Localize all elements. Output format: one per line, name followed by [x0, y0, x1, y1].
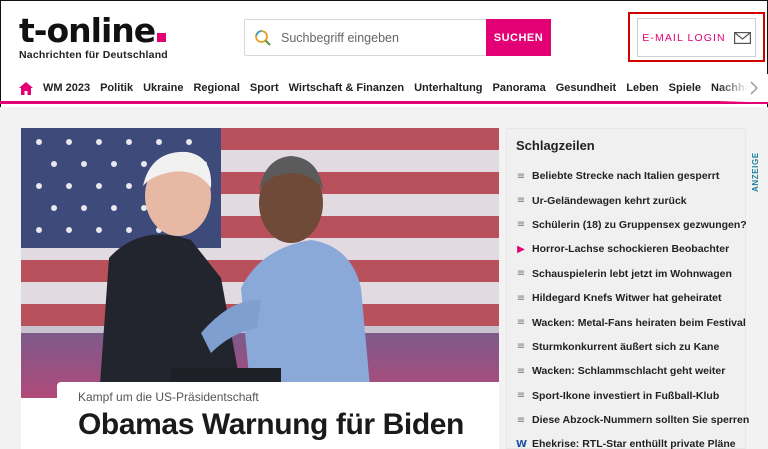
nav-item[interactable]: Ukraine [143, 74, 183, 102]
logo-dot [157, 33, 167, 42]
headline-text: Schülerin (18) zu Gruppensex gezwungen? [532, 218, 747, 231]
site-logo[interactable]: t-online Nachrichten für Deutschland [19, 11, 168, 62]
nav-item[interactable]: Politik [100, 74, 133, 102]
article-icon: ≡ [516, 341, 526, 353]
headline-item[interactable]: ≡ Wacken: Schlammschlacht geht weiter [516, 359, 749, 383]
article-icon: ≡ [516, 317, 526, 329]
search-bar: SUCHEN [244, 19, 551, 56]
headlines-list: ≡ Beliebte Strecke nach Italien gesperrt ≡… [516, 164, 749, 449]
nav-item[interactable]: Sport [250, 74, 279, 102]
headline-text: Hildegard Knefs Witwer hat geheiratet [532, 292, 722, 305]
headline-item[interactable]: ▶ Horror-Lachse schockieren Beobachter [516, 237, 749, 261]
search-button[interactable]: SUCHEN [486, 19, 551, 56]
headline-text: Wacken: Schlammschlacht geht weiter [532, 365, 726, 378]
email-login-button[interactable]: E-MAIL LOGIN [637, 18, 756, 57]
nav-items: WM 2023 Politik Ukraine Regional Sport Wirtsc… [43, 74, 768, 102]
headline-item[interactable]: ≡ Beliebte Strecke nach Italien gesperrt [516, 164, 749, 188]
nav-item[interactable]: Leben [626, 74, 658, 102]
email-login-label: E-MAIL LOGIN [642, 31, 726, 44]
article-icon: ≡ [516, 414, 526, 426]
headline-item[interactable]: ≡ Sport-Ikone investiert in Fußball-Klub [516, 384, 749, 408]
headline-text: Ehekrise: RTL-Star enthüllt private Plän… [532, 438, 736, 449]
headline-item[interactable]: ≡ Diese Abzock-Nummern sollten Sie sperre… [516, 408, 749, 432]
headline-text: Sturmkonkurrent äußert sich zu Kane [532, 340, 720, 353]
headline-item[interactable]: ≡ Schauspielerin lebt jetzt im Wohnwagen [516, 262, 749, 286]
nav-item[interactable]: Unterhaltung [414, 74, 482, 102]
headline-text: Ur-Geländewagen kehrt zurück [532, 194, 687, 207]
nav-fade [718, 74, 768, 102]
article-icon: ≡ [516, 195, 526, 207]
nav-item[interactable]: Spiele [669, 74, 701, 102]
article-icon: ≡ [516, 268, 526, 280]
w-icon: W [516, 438, 528, 449]
ad-label: ANZEIGE [751, 152, 760, 192]
headline-text: Sport-Ikone investiert in Fußball-Klub [532, 389, 720, 402]
headline-text: Beliebte Strecke nach Italien gesperrt [532, 170, 720, 183]
home-icon[interactable] [19, 82, 33, 95]
headline-item[interactable]: ≡ Schülerin (18) zu Gruppensex gezwungen? [516, 213, 749, 237]
headline-item[interactable]: ≡ Ur-Geländewagen kehrt zurück [516, 188, 749, 212]
headline-item[interactable]: ≡ Hildegard Knefs Witwer hat geheiratet [516, 286, 749, 310]
headline-item[interactable]: ≡ Wacken: Metal-Fans heiraten beim Festiv… [516, 310, 749, 334]
headline-item[interactable]: ≡ Sturmkonkurrent äußert sich zu Kane [516, 335, 749, 359]
hero-photo[interactable] [21, 128, 499, 398]
hero-teaser[interactable]: Kampf um die US-Präsidentschaft Obamas W… [21, 128, 499, 449]
headline-text: Schauspielerin lebt jetzt im Wohnwagen [532, 267, 732, 280]
headline-item[interactable]: W Ehekrise: RTL-Star enthüllt private Plä… [516, 432, 749, 449]
headline-text: Diese Abzock-Nummern sollten Sie sperren [532, 414, 750, 427]
nav-item[interactable]: Gesundheit [556, 74, 617, 102]
headline-text: Horror-Lachse schockieren Beobachter [532, 243, 730, 256]
article-icon: ≡ [516, 292, 526, 304]
nav-item[interactable]: WM 2023 [43, 74, 90, 102]
nav-item[interactable]: Regional [193, 74, 239, 102]
main-navigation: WM 2023 Politik Ukraine Regional Sport Wirtsc… [0, 74, 768, 104]
search-icon [255, 30, 271, 46]
hero-kicker: Kampf um die US-Präsidentschaft [78, 390, 259, 404]
hero-caption-card[interactable]: Kampf um die US-Präsidentschaft Obamas W… [57, 382, 499, 449]
article-icon: ≡ [516, 365, 526, 377]
mail-icon [733, 31, 751, 44]
logo-subtitle: Nachrichten für Deutschland [19, 49, 168, 61]
article-icon: ≡ [516, 390, 526, 402]
headlines-title: Schlagzeilen [516, 138, 595, 153]
play-icon: ▶ [517, 243, 525, 255]
article-icon: ≡ [516, 219, 526, 231]
article-icon: ≡ [516, 170, 526, 182]
logo-wordmark: t-online [19, 11, 156, 50]
headlines-box: Schlagzeilen ≡ Beliebte Strecke nach Ital… [506, 128, 749, 449]
headline-text: Wacken: Metal-Fans heiraten beim Festiva… [532, 316, 746, 329]
chevron-right-icon[interactable] [750, 81, 758, 95]
nav-item[interactable]: Wirtschaft & Finanzen [289, 74, 404, 102]
hero-headline[interactable]: Obamas Warnung für Biden [78, 408, 464, 442]
nav-item[interactable]: Panorama [493, 74, 546, 102]
search-input[interactable] [281, 20, 481, 55]
